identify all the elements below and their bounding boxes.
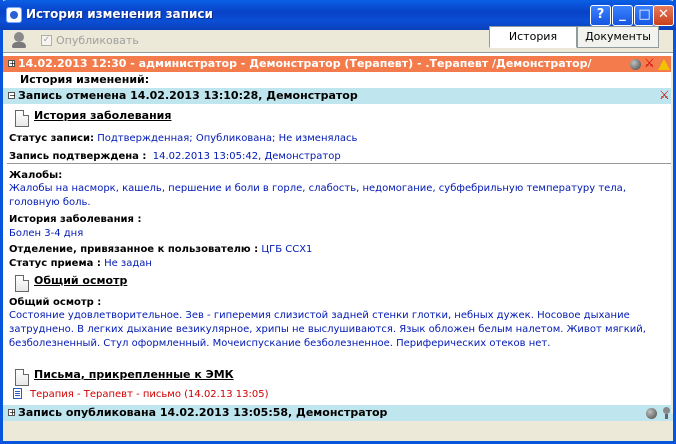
globe-icon [630, 59, 641, 70]
maximize-button[interactable]: □ [634, 5, 655, 26]
department-value: ЦГБ ССХ1 [261, 244, 313, 255]
status-label: Статус записи: [9, 133, 95, 144]
history-panel: + 14.02.2013 12:30 - администратор - Дем… [3, 52, 673, 421]
published-header[interactable]: + Запись опубликована 14.02.2013 13:05:5… [3, 405, 673, 421]
confirmed-label: Запись подтверждена : [9, 151, 147, 162]
window: История изменения записи ? _ □ ✕ ✓ Опубл… [0, 0, 676, 444]
app-icon [6, 7, 22, 23]
confirmed-row: Запись подтверждена : 14.02.2013 13:05:4… [9, 151, 341, 162]
document-icon [15, 110, 29, 127]
complaints-label: Жалобы: [9, 170, 63, 181]
window-title: История изменения записи [26, 7, 213, 21]
confirmed-value: 14.02.2013 13:05:42, Демонстратор [152, 151, 341, 162]
section-title-disease-history[interactable]: История заболевания [34, 109, 171, 122]
department-row: Отделение, привязанное к пользователю : … [9, 244, 312, 255]
warning-icon [658, 59, 670, 70]
not-published-icon: ⚔ [644, 56, 655, 70]
exam-value: Состояние удовлетворительное. Зев - гипе… [9, 310, 646, 349]
status-row: Статус записи: Подтвержденная; Опубликов… [9, 133, 357, 144]
close-button[interactable]: ✕ [653, 5, 674, 26]
collapse-icon[interactable]: − [8, 92, 16, 100]
document-icon [15, 369, 29, 386]
cancelled-header-text: Запись отменена 14.02.2013 13:10:28, Дем… [18, 89, 358, 102]
status-value: Подтвержденная; Опубликована; Не изменял… [97, 133, 358, 144]
letter-icon [13, 388, 22, 399]
letter-link[interactable]: Терапия - Терапевт - письмо (14.02.13 13… [30, 389, 268, 400]
expand-icon[interactable]: + [8, 409, 16, 417]
pin-icon[interactable] [11, 32, 27, 50]
record-header[interactable]: + 14.02.2013 12:30 - администратор - Дем… [3, 56, 673, 72]
minimize-button[interactable]: _ [612, 5, 633, 26]
globe-icon [646, 408, 657, 419]
publish-label: Опубликовать [56, 34, 139, 47]
divider [7, 163, 671, 164]
tab-documents[interactable]: Документы [577, 26, 659, 48]
department-label: Отделение, привязанное к пользователю : [9, 244, 259, 255]
document-icon [15, 275, 29, 292]
visit-status-label: Статус приема : [9, 258, 101, 269]
section-title-letters[interactable]: Письма, прикрепленные к ЭМК [34, 368, 234, 381]
expand-icon[interactable]: + [8, 60, 16, 68]
scrollbar[interactable] [671, 56, 673, 414]
not-published-icon: ⚔ [659, 88, 670, 102]
history-label: История изменений: [20, 73, 150, 86]
cancelled-header[interactable]: − Запись отменена 14.02.2013 13:10:28, Д… [3, 88, 673, 104]
disease-label: История заболевания : [9, 214, 142, 225]
publish-checkbox[interactable]: ✓ [41, 35, 52, 46]
visit-status-row: Статус приема : Не задан [9, 258, 152, 269]
complaints-value: Жалобы на насморк, кашель, першение и бо… [9, 183, 626, 208]
visit-status-value: Не задан [104, 258, 152, 269]
tab-history[interactable]: История [489, 26, 577, 48]
exam-label: Общий осмотр : [9, 297, 102, 308]
section-title-exam[interactable]: Общий осмотр [34, 274, 127, 287]
record-header-text: 14.02.2013 12:30 - администратор - Демон… [18, 57, 592, 70]
help-button[interactable]: ? [590, 5, 611, 26]
published-header-text: Запись опубликована 14.02.2013 13:05:58,… [18, 406, 388, 419]
disease-value: Болен 3-4 дня [9, 228, 84, 239]
